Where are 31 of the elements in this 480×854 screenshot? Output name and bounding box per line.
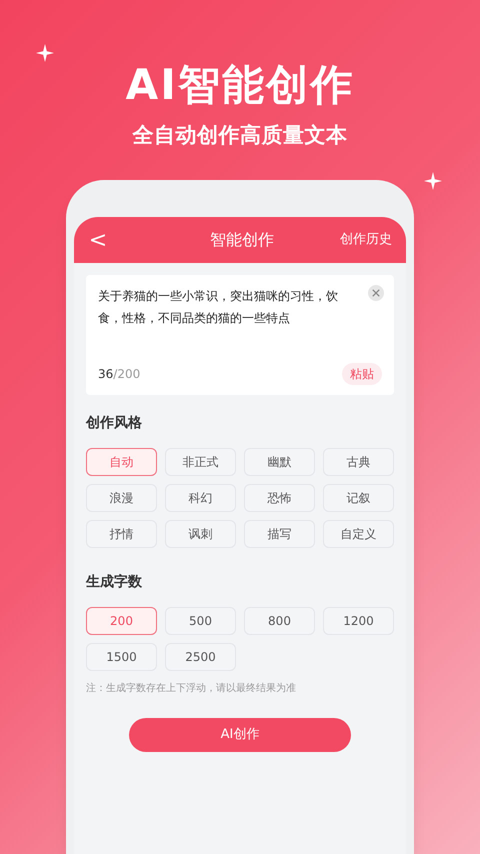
sparkle-icon: [424, 172, 442, 190]
option-chip[interactable]: 自定义: [323, 520, 394, 548]
promo-title: AI智能创作: [126, 59, 354, 111]
char-limit: /200: [113, 366, 140, 383]
option-chip[interactable]: 讽刺: [165, 520, 236, 548]
option-chip[interactable]: 科幻: [165, 484, 236, 512]
back-button[interactable]: <: [88, 224, 108, 256]
option-chip[interactable]: 800: [244, 607, 315, 635]
history-link[interactable]: 创作历史: [340, 230, 392, 250]
section-title: 生成字数: [86, 572, 143, 592]
option-chip[interactable]: 2500: [165, 643, 236, 671]
option-chip[interactable]: 恐怖: [244, 484, 315, 512]
prompt-field[interactable]: 关于养猫的一些小常识，突出猫咪的习性，饮食，性格，不同品类的猫的一些特点: [98, 285, 382, 363]
option-chip[interactable]: 1500: [86, 643, 157, 671]
promo-subtitle: 全自动创作高质量文本: [132, 122, 348, 149]
option-chip[interactable]: 古典: [323, 448, 394, 476]
option-chip[interactable]: 抒情: [86, 520, 157, 548]
option-chip[interactable]: 1200: [323, 607, 394, 635]
sparkle-icon: [36, 44, 54, 62]
option-chip[interactable]: 描写: [244, 520, 315, 548]
app-title: 智能创作: [209, 229, 275, 251]
section-title: 创作风格: [86, 414, 143, 433]
option-chip[interactable]: 非正式: [165, 448, 236, 476]
note-text: 注：生成字数存在上下浮动，请以最终结果为准: [86, 682, 297, 696]
char-count: 36: [98, 366, 114, 383]
option-chip[interactable]: 浪漫: [86, 484, 157, 512]
option-chip[interactable]: 幽默: [244, 448, 315, 476]
clear-icon[interactable]: [368, 285, 384, 301]
option-chip[interactable]: 500: [165, 607, 236, 635]
create-button[interactable]: AI创作: [129, 718, 351, 752]
option-chip[interactable]: 记叙: [323, 484, 394, 512]
